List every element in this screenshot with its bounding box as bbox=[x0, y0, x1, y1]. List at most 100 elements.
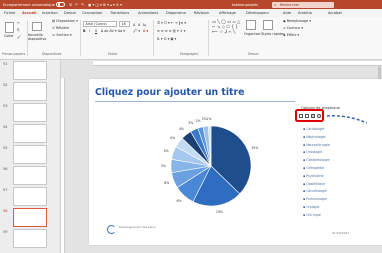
copy-icon[interactable]: ⎘ bbox=[17, 28, 20, 33]
tab-accueil[interactable]: Accueil bbox=[22, 11, 37, 18]
paste-button[interactable]: Coller bbox=[4, 34, 14, 39]
tab-acrobat[interactable]: Acrobat bbox=[328, 11, 342, 16]
legend-item[interactable]: Psychiatrie bbox=[303, 174, 323, 178]
font-name-select[interactable]: Arial (Corps) bbox=[83, 21, 117, 27]
legend-item[interactable]: Chirurgie bbox=[303, 213, 321, 217]
font-color-button[interactable]: A ▾ bbox=[143, 29, 148, 34]
slide-thumbnail[interactable] bbox=[13, 229, 47, 248]
format-painter-icon[interactable]: 🖌 bbox=[17, 35, 21, 40]
bold-button[interactable]: B bbox=[83, 29, 86, 34]
file-name: tableauprojets bbox=[232, 2, 258, 7]
callout-arrow bbox=[327, 115, 367, 124]
new-slide-button[interactable]: Nouvelle diapositive bbox=[28, 33, 50, 41]
slide-thumbnail[interactable] bbox=[13, 82, 47, 101]
quick-styles-icon[interactable] bbox=[263, 20, 273, 30]
legend-item[interactable]: Oncologie bbox=[303, 150, 322, 154]
font-size-select[interactable]: 16 bbox=[119, 21, 130, 27]
strikethrough-button[interactable]: S̶ ab AV ▾ Aa ▾ bbox=[101, 29, 125, 34]
font-size-grow-shrink[interactable]: Aˆ Aˇ Aᵦ bbox=[133, 21, 146, 28]
chart-filters-icon[interactable] bbox=[311, 114, 315, 118]
tab-transitions[interactable]: Transitions bbox=[110, 11, 129, 16]
tab-ambitia[interactable]: Ambitia bbox=[298, 11, 312, 16]
highlight-button[interactable]: 🖍 ▾ bbox=[133, 29, 140, 34]
ribbon-tabs: Fichier Accueil Insertion Dessin Concept… bbox=[0, 9, 382, 18]
shape-effects-button[interactable]: ◈ Effets ▾ bbox=[283, 33, 299, 38]
legend-item[interactable]: Urologie bbox=[303, 205, 319, 209]
tab-aide[interactable]: Aide bbox=[283, 11, 291, 16]
slide-thumbnail[interactable] bbox=[13, 61, 47, 80]
arrange-button[interactable]: Organiser bbox=[244, 32, 261, 37]
pie-slice-label: 8% bbox=[164, 180, 170, 185]
pie-slice-label: 35% bbox=[251, 145, 259, 150]
chart-settings-icon[interactable] bbox=[317, 114, 321, 118]
tab-animations[interactable]: Animations bbox=[138, 11, 158, 16]
vertical-ruler bbox=[61, 78, 65, 253]
reset-button[interactable]: ↺ Rétablir bbox=[52, 26, 69, 31]
save-icon[interactable]: 🖫 bbox=[69, 2, 72, 8]
slide-thumbnail[interactable] bbox=[13, 124, 47, 143]
section-button[interactable]: ▭ Section ▾ bbox=[52, 33, 72, 38]
legend-item[interactable]: Cardiologie bbox=[303, 127, 324, 131]
pie-slice-label: 3% bbox=[188, 121, 194, 126]
underline-button[interactable]: S bbox=[95, 29, 97, 34]
legend-item[interactable]: Pneumologie bbox=[303, 197, 327, 201]
autosave-label: Enregistrement automatique bbox=[3, 2, 55, 7]
undo-icon[interactable]: ↶ bbox=[75, 2, 78, 8]
slide-thumbnail[interactable] bbox=[13, 103, 47, 122]
tab-dessin[interactable]: Dessin bbox=[64, 11, 76, 16]
arrange-icon[interactable] bbox=[246, 20, 256, 30]
tab-insertion[interactable]: Insertion bbox=[42, 11, 58, 16]
redo-icon[interactable]: ↷ bbox=[81, 2, 84, 8]
shapes-gallery[interactable]: ▭ ╲ ◯ ▭ ▱ △ ⌐ ↘ ◇ ⬠ { } ⟵ ☆ ⤸ ⌒ ╲ bbox=[212, 19, 240, 34]
autosave-toggle[interactable] bbox=[56, 2, 65, 7]
tab-developpeur[interactable]: Développeur bbox=[246, 11, 269, 16]
slide-thumbnail[interactable] bbox=[13, 166, 47, 185]
footer-logo-text: Développement des Soins bbox=[119, 225, 156, 229]
chart-options-toolbar bbox=[295, 109, 324, 122]
tab-revision[interactable]: Révision bbox=[194, 11, 209, 16]
list-buttons[interactable]: ☰ ▾ ☷ ▾ ⇤ ⇥ ‖≡ ▾ bbox=[157, 21, 186, 26]
italic-button[interactable]: I bbox=[89, 29, 90, 34]
cut-icon[interactable]: ✂ bbox=[17, 21, 20, 26]
shape-fill-button[interactable]: ◆ Remplissage ▾ bbox=[283, 19, 311, 24]
slide-thumbnail[interactable] bbox=[13, 145, 47, 164]
group-clipboard-label: Presse-papiers bbox=[2, 52, 26, 56]
search-input[interactable]: ⌕ Rechercher bbox=[272, 1, 334, 8]
legend-item[interactable]: Obstétrique bbox=[303, 182, 325, 186]
paste-icon[interactable] bbox=[5, 22, 14, 33]
quick-styles-button[interactable]: Styles rapides bbox=[261, 32, 285, 36]
legend-item[interactable]: Neurochirurgie bbox=[303, 143, 330, 147]
tab-fichier[interactable]: Fichier bbox=[4, 11, 16, 16]
legend-item[interactable]: Néphrologie bbox=[303, 135, 325, 139]
ribbon: Coller ✂ ⎘ 🖌 Presse-papiers Nouvelle dia… bbox=[0, 17, 382, 60]
align-buttons[interactable]: ≡ ≡ ≡ ≡ ▥ ▾ ↕ ▾ bbox=[157, 29, 185, 34]
slide-thumbnail[interactable] bbox=[13, 187, 47, 206]
fill-label: Remplissage bbox=[286, 19, 309, 23]
shape-outline-button[interactable]: ▱ Contour ▾ bbox=[283, 26, 303, 31]
title-underline bbox=[95, 101, 295, 102]
group-drawing-label: Dessin bbox=[248, 52, 259, 56]
pie-slice-label: 4% bbox=[178, 127, 184, 132]
tab-diaporama[interactable]: Diaporama bbox=[166, 11, 186, 16]
logo-icon bbox=[107, 225, 116, 234]
legend-item[interactable]: Orthopédie bbox=[303, 166, 324, 170]
pie-chart[interactable] bbox=[127, 109, 297, 224]
legend-item[interactable]: Ophtalmologie bbox=[303, 158, 329, 162]
separator bbox=[80, 20, 81, 56]
new-slide-icon[interactable] bbox=[32, 22, 42, 31]
chart-styles-icon[interactable] bbox=[305, 114, 309, 118]
pie-slice-label: 2% bbox=[195, 118, 201, 123]
tab-conception[interactable]: Conception bbox=[82, 11, 102, 16]
tab-affichage[interactable]: Affichage bbox=[219, 11, 236, 16]
title-placeholder[interactable]: Cliquez pour ajouter un titre bbox=[95, 87, 244, 98]
legend-item[interactable]: Cancérologie bbox=[303, 189, 327, 193]
thumb-number: 51 bbox=[3, 62, 8, 66]
layout-button[interactable]: ▤ Disposition ▾ bbox=[52, 19, 78, 24]
chart-elements-icon[interactable] bbox=[299, 114, 303, 118]
slide-thumbnail-selected[interactable] bbox=[13, 208, 47, 227]
thumb-number: 56 bbox=[3, 167, 8, 171]
text-direction-buttons[interactable]: ⇅ ▾ ⊡ ▾ ▣ ▾ bbox=[157, 37, 176, 42]
title-bar: Enregistrement automatique 🖫 ↶ ↷ ▣ ▾ ◳ ▾… bbox=[0, 0, 382, 9]
group-slides-label: Diapositives bbox=[42, 52, 62, 56]
quick-access-icons[interactable]: ▣ ▾ ◳ ▾ ⊞ ▾ ▴ ▾ ⊘ ▾ bbox=[88, 2, 122, 8]
